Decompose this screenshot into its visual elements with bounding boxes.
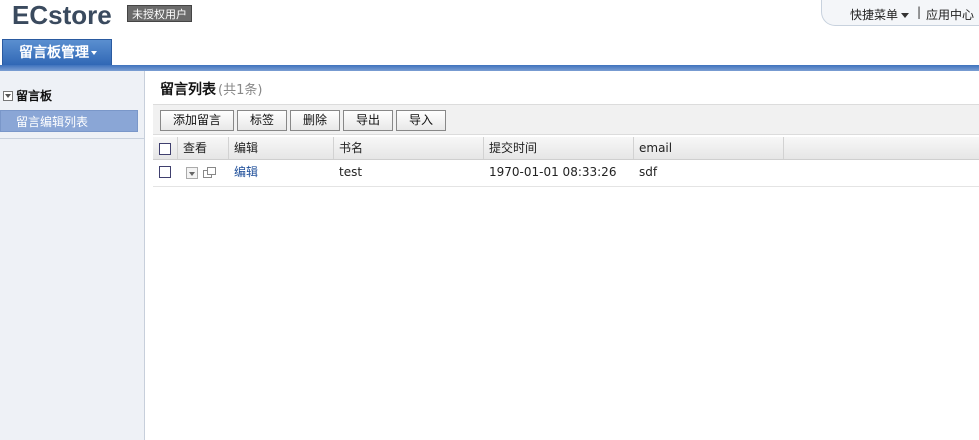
add-message-button[interactable]: 添加留言 [160, 110, 234, 131]
nav-tab-message-board[interactable]: 留言板管理 [2, 39, 112, 66]
submit-time-cell: 1970-01-01 08:33:26 [489, 165, 617, 179]
quick-menu-dropdown[interactable]: 快捷菜单 [850, 6, 909, 23]
quick-menu-label: 快捷菜单 [849, 8, 898, 22]
column-header-email[interactable]: email [634, 137, 784, 159]
row-checkbox[interactable] [159, 165, 171, 178]
license-status-badge: 未授权用户 [127, 5, 192, 22]
app-logo[interactable]: ECstore [12, 0, 112, 31]
main-nav: 留言板管理 [0, 38, 979, 66]
table-row: 编辑 test 1970-01-01 08:33:26 sdf [153, 160, 979, 187]
column-header-view[interactable]: 查看 [178, 137, 229, 159]
row-select-cell [153, 160, 178, 186]
edit-cell: 编辑 [229, 160, 334, 186]
sidebar-item-message-edit-list[interactable]: 留言编辑列表 [0, 110, 138, 132]
column-header-submit-time[interactable]: 提交时间 [484, 137, 634, 159]
table-header: 查看 编辑 书名 提交时间 email [153, 137, 979, 160]
email-cell: sdf [639, 165, 658, 179]
sidebar-group-label: 留言板 [16, 89, 53, 103]
column-header-book-name[interactable]: 书名 [334, 137, 484, 159]
select-all-cell [153, 137, 178, 159]
chevron-down-icon [901, 13, 909, 18]
quick-links-area: 快捷菜单 | 应用中心 [821, 0, 979, 26]
delete-button[interactable]: 删除 [290, 110, 340, 131]
row-detail-dropdown-icon[interactable] [186, 166, 198, 179]
tag-button[interactable]: 标签 [237, 110, 287, 131]
open-new-window-icon[interactable] [203, 166, 217, 179]
record-count: (共1条) [218, 83, 263, 98]
page-title-text: 留言列表 [160, 82, 216, 98]
header-separator: | [916, 5, 921, 19]
action-toolbar: 添加留言 标签 删除 导出 导入 [153, 104, 979, 135]
app-header: ECstore 未授权用户 快捷菜单 | 应用中心 [0, 0, 979, 38]
chevron-down-icon [91, 51, 97, 55]
edit-link[interactable]: 编辑 [234, 165, 258, 179]
sidebar: 留言板 留言编辑列表 [0, 71, 145, 440]
message-table: 查看 编辑 书名 提交时间 email 编辑 test 1970-01-01 0… [153, 137, 979, 187]
book-name-cell: test [339, 165, 363, 179]
collapse-toggle-icon[interactable] [3, 91, 13, 101]
sidebar-divider [0, 138, 144, 139]
view-cell [178, 160, 229, 186]
nav-tab-label: 留言板管理 [19, 45, 89, 61]
app-center-link[interactable]: 应用中心 [926, 6, 974, 23]
export-button[interactable]: 导出 [343, 110, 393, 131]
column-header-edit[interactable]: 编辑 [229, 137, 334, 159]
page-title: 留言列表 (共1条) [160, 79, 262, 99]
sidebar-group-message-board[interactable]: 留言板 [3, 87, 52, 104]
main-content: 留言列表 (共1条) 添加留言 标签 删除 导出 导入 查看 编辑 书名 提交时间… [145, 71, 979, 440]
import-button[interactable]: 导入 [396, 110, 446, 131]
select-all-checkbox[interactable] [159, 142, 171, 155]
